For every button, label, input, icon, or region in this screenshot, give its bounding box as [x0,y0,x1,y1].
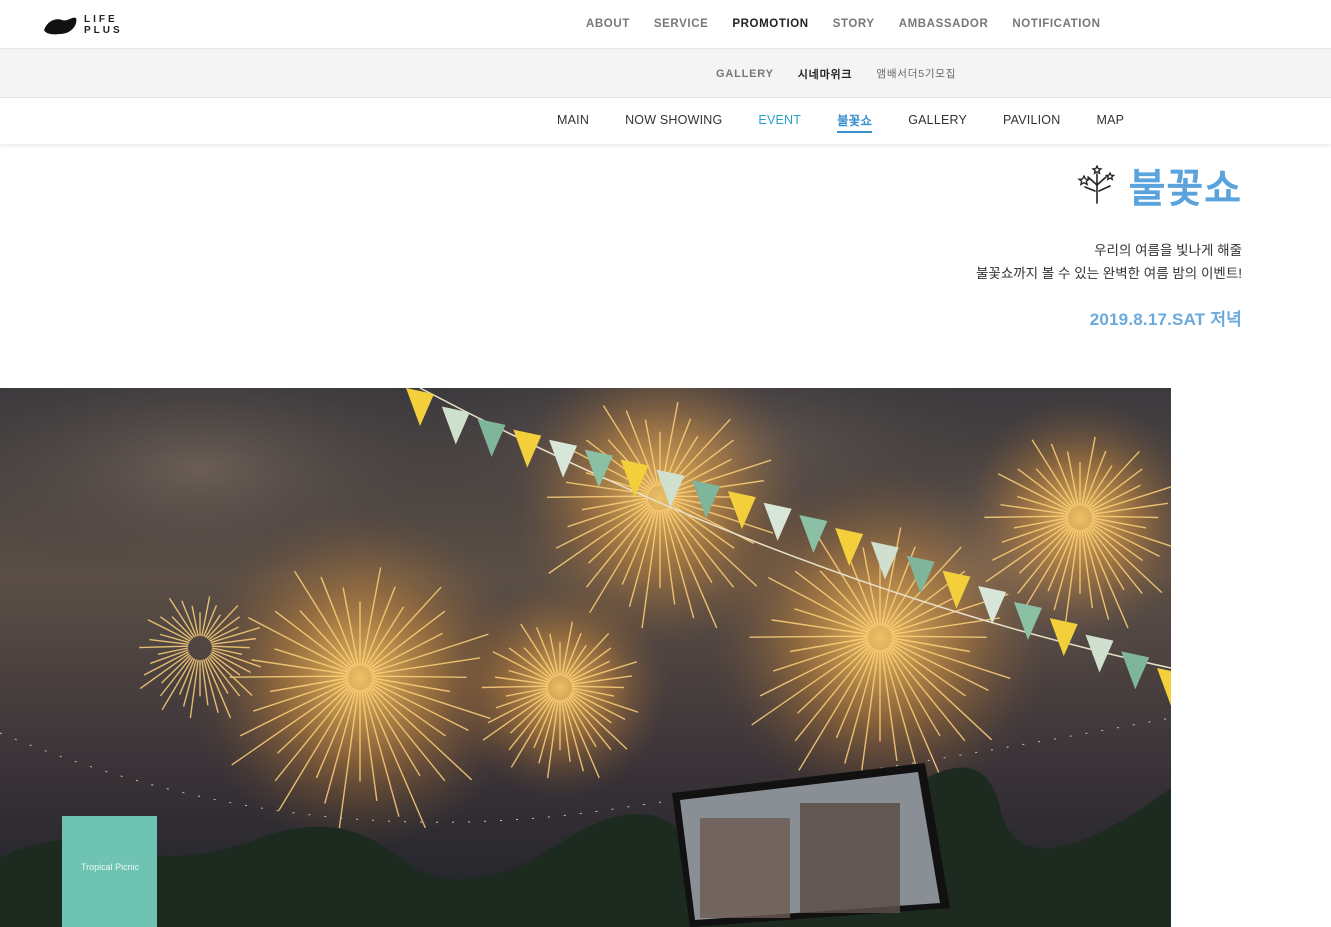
section-nav-gallery[interactable]: GALLERY [908,113,967,129]
logo[interactable]: LIFE PLUS [42,12,132,38]
fireworks-photo: Tropical Picnic [0,388,1171,927]
main-nav: ABOUT SERVICE PROMOTION STORY AMBASSADOR… [574,0,1113,48]
logo-line2: PLUS [84,25,123,36]
section-nav-pavilion[interactable]: PAVILION [1003,113,1060,129]
banner-text: Tropical Picnic [81,862,140,872]
section-nav-now-showing[interactable]: NOW SHOWING [625,113,722,129]
sub-nav-ambassador-recruit[interactable]: 앰배서더5기모집 [876,66,956,81]
sub-header: GALLERY 시네마위크 앰배서더5기모집 [0,49,1331,98]
section-nav: MAIN NOW SHOWING EVENT 불꽃쇼 GALLERY PAVIL… [0,98,1331,144]
fireworks-icon [1076,165,1115,204]
description-line-2: 불꽃쇼까지 볼 수 있는 완벽한 여름 밤의 이벤트! [976,266,1242,281]
sub-nav: GALLERY 시네마위크 앰배서더5기모집 [704,49,968,98]
main-nav-promotion[interactable]: PROMOTION [732,18,808,30]
section-nav-fireworks[interactable]: 불꽃쇼 [837,110,873,133]
main-nav-ambassador[interactable]: AMBASSADOR [899,18,989,30]
main-nav-story[interactable]: STORY [833,18,875,30]
logo-line1: LIFE [84,14,118,25]
sub-nav-cinema-week[interactable]: 시네마위크 [798,66,853,82]
title-row: 불꽃쇼 [642,155,1242,215]
sub-nav-gallery[interactable]: GALLERY [716,68,774,80]
description-line-1: 우리의 여름을 빛나게 해줄 [1094,243,1242,258]
logo-text: LIFE PLUS [84,14,123,36]
main-nav-service[interactable]: SERVICE [654,18,708,30]
logo-mark-icon [44,17,77,35]
hero-section: 불꽃쇼 우리의 여름을 빛나게 해줄 불꽃쇼까지 볼 수 있는 완벽한 여름 밤… [642,155,1242,330]
section-nav-main[interactable]: MAIN [557,113,589,129]
fireworks-photo-image: Tropical Picnic [0,388,1171,927]
main-nav-about[interactable]: ABOUT [586,18,630,30]
page-title: 불꽃쇼 [1128,166,1242,212]
event-description: 우리의 여름을 빛나게 해줄 불꽃쇼까지 볼 수 있는 완벽한 여름 밤의 이벤… [642,239,1242,285]
top-header: LIFE PLUS ABOUT SERVICE PROMOTION STORY … [0,0,1331,49]
event-date: 2019.8.17.SAT 저녁 [1089,310,1242,329]
picnic-banner: Tropical Picnic [62,816,157,927]
section-nav-map[interactable]: MAP [1096,113,1124,129]
main-nav-notification[interactable]: NOTIFICATION [1012,18,1100,30]
section-nav-event[interactable]: EVENT [758,113,801,129]
